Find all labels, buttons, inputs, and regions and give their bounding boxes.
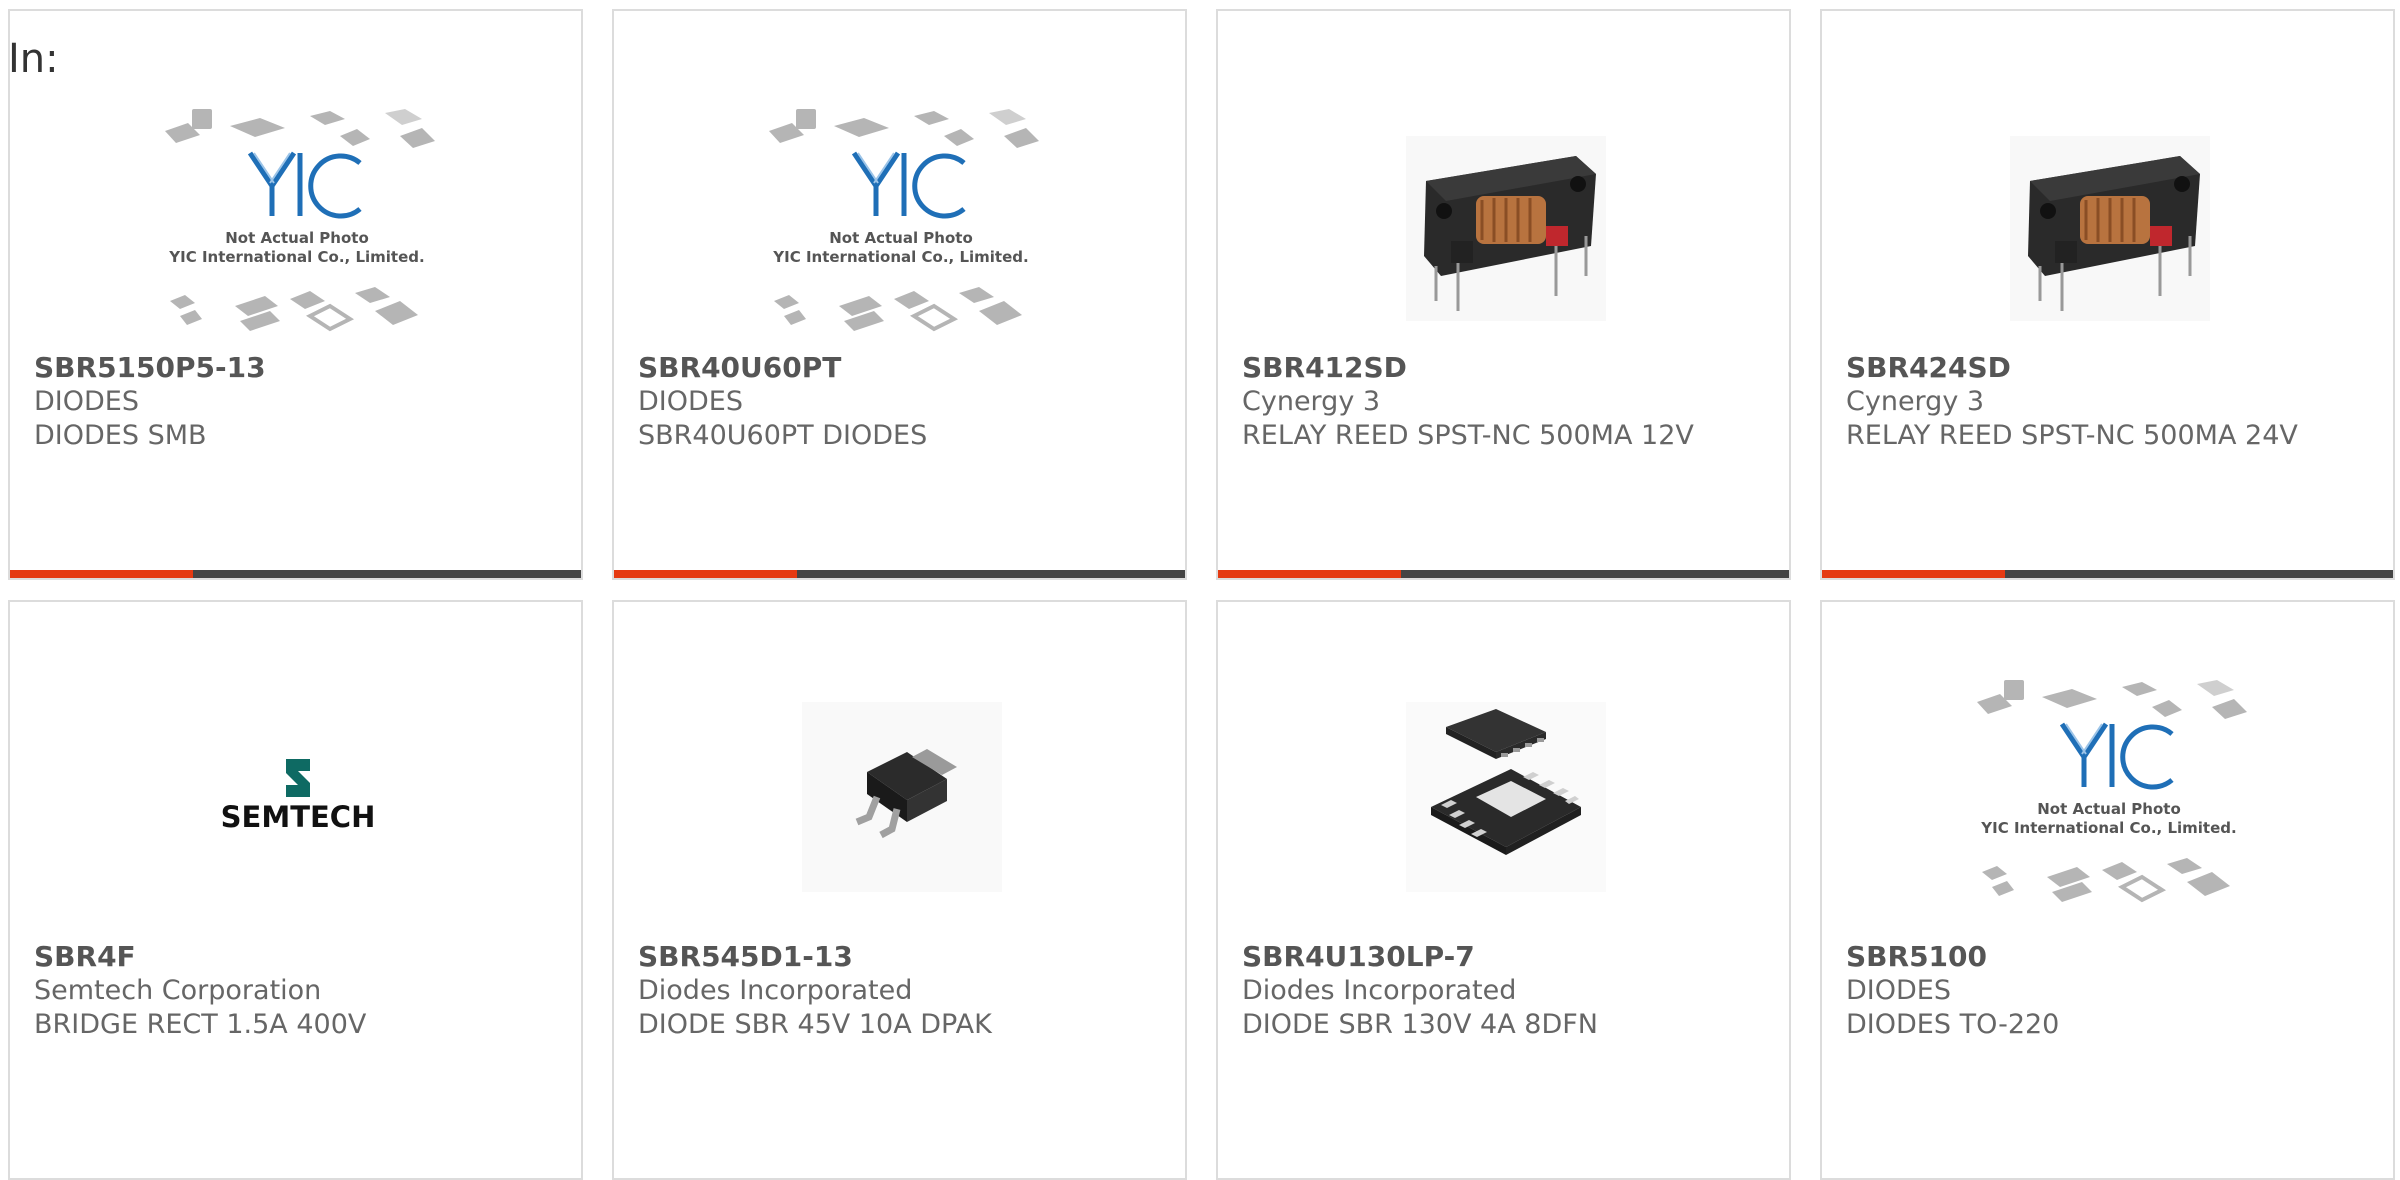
placeholder-line2: YIC International Co., Limited. — [168, 248, 424, 266]
card-bottom-bar — [1822, 570, 2393, 578]
part-number[interactable]: SBR412SD — [1242, 351, 1769, 385]
manufacturer: DIODES — [1846, 975, 1951, 1006]
placeholder-line1: Not Actual Photo — [225, 229, 369, 247]
placeholder-line1: Not Actual Photo — [2037, 800, 2181, 818]
semtech-logo: SEMTECH — [160, 662, 435, 932]
description: SBR40U60PT DIODES — [638, 420, 928, 451]
yic-placeholder-icon: Not Actual Photo YIC International Co., … — [764, 91, 1039, 361]
card-bottom-bar — [10, 570, 581, 578]
semtech-logo-text: SEMTECH — [220, 800, 375, 834]
yic-placeholder-icon: Not Actual Photo YIC International Co., … — [1972, 662, 2247, 932]
product-card[interactable]: Not Actual Photo YIC International Co., … — [612, 9, 1187, 580]
reed-relay-icon — [1972, 91, 2247, 361]
card-bottom-bar — [1218, 570, 1789, 578]
part-number[interactable]: SBR545D1-13 — [638, 940, 1165, 974]
product-card[interactable]: SBR424SD Cynergy 3 RELAY REED SPST-NC 50… — [1820, 9, 2395, 580]
description: DIODES SMB — [34, 420, 207, 451]
product-card[interactable]: Not Actual Photo YIC International Co., … — [8, 9, 583, 580]
description: RELAY REED SPST-NC 500MA 24V — [1846, 420, 2298, 451]
product-card[interactable]: SBR412SD Cynergy 3 RELAY REED SPST-NC 50… — [1216, 9, 1791, 580]
dpak-package-icon — [764, 662, 1039, 932]
part-number[interactable]: SBR5150P5-13 — [34, 351, 561, 385]
card-accent — [1822, 570, 2005, 578]
product-card[interactable]: SBR4U130LP-7 Diodes Incorporated DIODE S… — [1216, 600, 1791, 1180]
description: DIODE SBR 45V 10A DPAK — [638, 1009, 992, 1040]
yic-placeholder-icon: Not Actual Photo YIC International Co., … — [160, 91, 435, 361]
card-bottom-bar — [614, 570, 1185, 578]
product-card[interactable]: SEMTECH SBR4F Semtech Corporation BRIDGE… — [8, 600, 583, 1180]
manufacturer: Diodes Incorporated — [638, 975, 913, 1006]
part-number[interactable]: SBR40U60PT — [638, 351, 1165, 385]
placeholder-line2: YIC International Co., Limited. — [1980, 819, 2236, 837]
part-number[interactable]: SBR424SD — [1846, 351, 2373, 385]
placeholder-line1: Not Actual Photo — [829, 229, 973, 247]
card-accent — [1218, 570, 1401, 578]
manufacturer: DIODES — [34, 386, 139, 417]
manufacturer: DIODES — [638, 386, 743, 417]
placeholder-line2: YIC International Co., Limited. — [772, 248, 1028, 266]
product-card[interactable]: SBR545D1-13 Diodes Incorporated DIODE SB… — [612, 600, 1187, 1180]
manufacturer: Cynergy 3 — [1242, 386, 1381, 417]
manufacturer: Semtech Corporation — [34, 975, 322, 1006]
description: BRIDGE RECT 1.5A 400V — [34, 1009, 367, 1040]
part-number[interactable]: SBR5100 — [1846, 940, 2373, 974]
part-number[interactable]: SBR4F — [34, 940, 561, 974]
description: DIODES TO-220 — [1846, 1009, 2060, 1040]
description: DIODE SBR 130V 4A 8DFN — [1242, 1009, 1598, 1040]
manufacturer: Cynergy 3 — [1846, 386, 1985, 417]
reed-relay-icon — [1368, 91, 1643, 361]
part-number[interactable]: SBR4U130LP-7 — [1242, 940, 1769, 974]
card-accent — [10, 570, 193, 578]
in-label: In: — [8, 36, 59, 82]
product-grid: Not Actual Photo YIC International Co., … — [0, 0, 2400, 1180]
description: RELAY REED SPST-NC 500MA 12V — [1242, 420, 1694, 451]
card-accent — [614, 570, 797, 578]
dfn-package-icon — [1368, 662, 1643, 932]
product-card[interactable]: Not Actual Photo YIC International Co., … — [1820, 600, 2395, 1180]
manufacturer: Diodes Incorporated — [1242, 975, 1517, 1006]
